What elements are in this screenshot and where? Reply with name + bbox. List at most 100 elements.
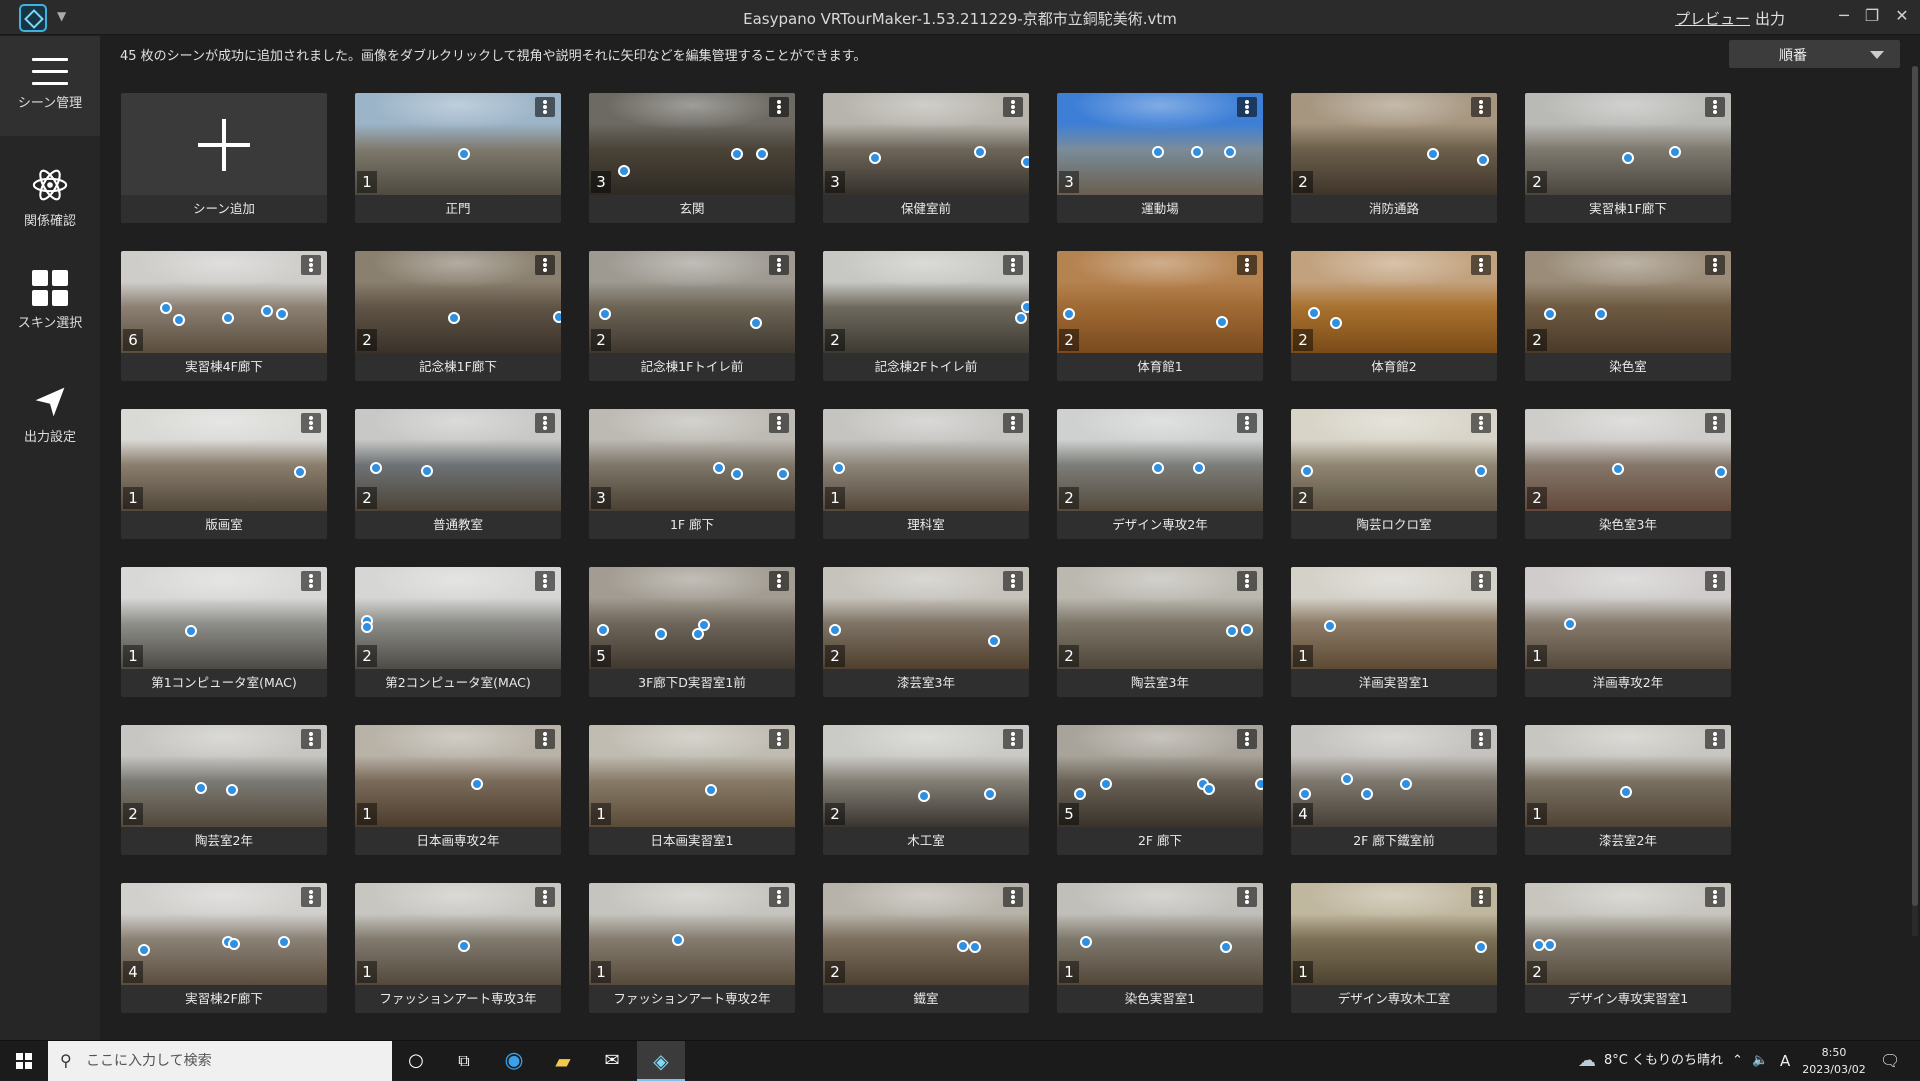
scene-card[interactable]: 2 木工室	[823, 725, 1029, 855]
more-options-icon[interactable]	[301, 887, 321, 907]
scene-card[interactable]: 2 デザイン専攻実習室1	[1525, 883, 1731, 1013]
more-options-icon[interactable]	[1003, 97, 1023, 117]
more-options-icon[interactable]	[1237, 729, 1257, 749]
scene-card[interactable]: 1 版画室	[121, 409, 327, 539]
task-view-icon[interactable]: ⧉	[440, 1041, 488, 1081]
more-options-icon[interactable]	[1003, 255, 1023, 275]
scene-card[interactable]: 2 体育館1	[1057, 251, 1263, 381]
vrtourmaker-taskbar-icon[interactable]: ◈	[637, 1041, 685, 1081]
scene-thumbnail[interactable]	[589, 93, 795, 195]
scene-card[interactable]: 2 陶芸室3年	[1057, 567, 1263, 697]
scene-thumbnail[interactable]	[823, 725, 1029, 827]
output-link[interactable]: 出力	[1755, 8, 1785, 29]
scene-thumbnail[interactable]	[823, 409, 1029, 511]
scene-thumbnail[interactable]	[121, 409, 327, 511]
scene-card[interactable]: 2 実習棟1F廊下	[1525, 93, 1731, 223]
scene-thumbnail[interactable]	[121, 567, 327, 669]
scene-thumbnail[interactable]	[1525, 93, 1731, 195]
scene-thumbnail[interactable]	[121, 725, 327, 827]
more-options-icon[interactable]	[769, 255, 789, 275]
scene-card[interactable]: 2 鐵室	[823, 883, 1029, 1013]
more-options-icon[interactable]	[769, 97, 789, 117]
more-options-icon[interactable]	[1705, 887, 1725, 907]
hotspot-marker[interactable]	[1151, 146, 1164, 159]
scene-thumbnail[interactable]	[1057, 93, 1263, 195]
system-clock[interactable]: 8:50 2023/03/02	[1802, 1044, 1866, 1078]
scene-card[interactable]: 2 陶芸室2年	[121, 725, 327, 855]
more-options-icon[interactable]	[1471, 413, 1491, 433]
more-options-icon[interactable]	[1003, 413, 1023, 433]
hotspot-marker[interactable]	[137, 944, 150, 957]
scene-thumbnail[interactable]	[589, 251, 795, 353]
scene-thumbnail[interactable]	[823, 93, 1029, 195]
scene-thumbnail[interactable]	[355, 567, 561, 669]
scene-thumbnail[interactable]	[121, 251, 327, 353]
scene-thumbnail[interactable]	[1291, 567, 1497, 669]
more-options-icon[interactable]	[1237, 887, 1257, 907]
scene-card[interactable]: 2 染色室3年	[1525, 409, 1731, 539]
ime-indicator[interactable]: A	[1780, 1041, 1790, 1081]
scene-card[interactable]: 1 正門	[355, 93, 561, 223]
scene-thumbnail[interactable]	[1525, 409, 1731, 511]
weather-cloud-icon[interactable]: ☁	[1578, 1041, 1596, 1081]
hotspot-marker[interactable]	[671, 934, 684, 947]
scene-card[interactable]: 3 1F 廊下	[589, 409, 795, 539]
more-options-icon[interactable]	[769, 887, 789, 907]
scene-card[interactable]: 2 記念棟2Fトイレ前	[823, 251, 1029, 381]
hotspot-marker[interactable]	[1020, 301, 1029, 314]
sidebar-item-relation[interactable]: 関係確認	[0, 144, 100, 244]
hotspot-marker[interactable]	[1151, 462, 1164, 475]
scene-card[interactable]: 2 陶芸ロクロ室	[1291, 409, 1497, 539]
hotspot-marker[interactable]	[1340, 773, 1353, 786]
scene-card[interactable]: 5 2F 廊下	[1057, 725, 1263, 855]
more-options-icon[interactable]	[535, 887, 555, 907]
hotspot-marker[interactable]	[1474, 465, 1487, 478]
scene-card[interactable]: 3 玄関	[589, 93, 795, 223]
notification-icon[interactable]: 🗨	[1880, 1041, 1900, 1081]
hotspot-marker[interactable]	[973, 146, 986, 159]
scene-thumbnail[interactable]	[823, 251, 1029, 353]
more-options-icon[interactable]	[1705, 255, 1725, 275]
more-options-icon[interactable]	[769, 729, 789, 749]
scene-thumbnail[interactable]	[1057, 883, 1263, 985]
more-options-icon[interactable]	[1237, 255, 1257, 275]
scene-thumbnail[interactable]	[1057, 725, 1263, 827]
scene-thumbnail[interactable]	[355, 409, 561, 511]
scene-card[interactable]: 1 洋画専攻2年	[1525, 567, 1731, 697]
scene-thumbnail[interactable]	[823, 883, 1029, 985]
more-options-icon[interactable]	[535, 97, 555, 117]
scene-thumbnail[interactable]	[823, 567, 1029, 669]
more-options-icon[interactable]	[1237, 97, 1257, 117]
scene-thumbnail[interactable]	[1525, 567, 1731, 669]
scene-card[interactable]: 2 記念棟1Fトイレ前	[589, 251, 795, 381]
hotspot-marker[interactable]	[1240, 624, 1253, 637]
scene-thumbnail[interactable]	[1291, 251, 1497, 353]
more-options-icon[interactable]	[535, 571, 555, 591]
more-options-icon[interactable]	[769, 571, 789, 591]
scene-card[interactable]: 2 体育館2	[1291, 251, 1497, 381]
more-options-icon[interactable]	[1003, 571, 1023, 591]
scene-card[interactable]: 2 デザイン専攻2年	[1057, 409, 1263, 539]
scene-card[interactable]: 2 記念棟1F廊下	[355, 251, 561, 381]
more-options-icon[interactable]	[301, 571, 321, 591]
scene-thumbnail[interactable]	[1525, 251, 1731, 353]
scene-card[interactable]: 5 3F廊下D実習室1前	[589, 567, 795, 697]
scene-card[interactable]: 1 デザイン専攻木工室	[1291, 883, 1497, 1013]
hotspot-marker[interactable]	[369, 462, 382, 475]
more-options-icon[interactable]	[1705, 97, 1725, 117]
taskbar-search-input[interactable]: ⚲ ここに入力して検索	[48, 1041, 392, 1081]
sidebar-item-skin[interactable]: スキン選択	[0, 254, 100, 354]
hotspot-marker[interactable]	[470, 778, 483, 791]
edge-browser-icon[interactable]: ◉	[490, 1041, 538, 1081]
more-options-icon[interactable]	[535, 255, 555, 275]
scene-thumbnail[interactable]	[1291, 725, 1497, 827]
scene-thumbnail[interactable]	[589, 567, 795, 669]
more-options-icon[interactable]	[1705, 413, 1725, 433]
hotspot-marker[interactable]	[704, 784, 717, 797]
more-options-icon[interactable]	[1237, 571, 1257, 591]
scene-thumbnail[interactable]	[1525, 725, 1731, 827]
scene-card[interactable]: 1 洋画実習室1	[1291, 567, 1497, 697]
scene-card[interactable]: 1 漆芸室2年	[1525, 725, 1731, 855]
hotspot-marker[interactable]	[275, 308, 288, 321]
more-options-icon[interactable]	[1471, 729, 1491, 749]
